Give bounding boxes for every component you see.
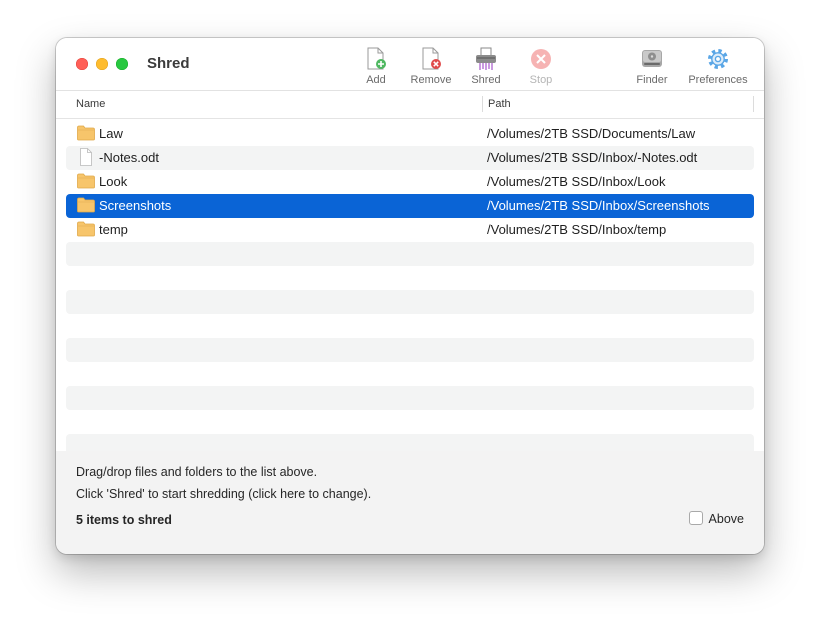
hard-drive-icon: [642, 50, 662, 67]
row-path: /Volumes/2TB SSD/Inbox/Screenshots: [487, 198, 710, 213]
above-checkbox[interactable]: [688, 511, 703, 525]
row-path: /Volumes/2TB SSD/Inbox/Look: [487, 174, 666, 189]
row-name: Screenshots: [99, 198, 172, 213]
add-button[interactable]: Add: [355, 47, 397, 89]
window-title: Shred: [147, 55, 190, 72]
column-path-header[interactable]: Path: [488, 98, 511, 110]
row-name: temp: [99, 222, 128, 237]
column-header: Name Path: [56, 91, 764, 119]
folder-icon: [77, 173, 95, 189]
shred-window: Shred Add Remove Shred Stop Finder Prefe…: [56, 38, 764, 554]
empty-row: [66, 434, 754, 452]
row-name: Law: [99, 126, 123, 141]
table-row[interactable]: temp /Volumes/2TB SSD/Inbox/temp: [66, 218, 754, 242]
shred-label: Shred: [471, 74, 501, 86]
items-count: 5 items to shred: [76, 513, 172, 527]
titlebar-toolbar: Shred Add Remove Shred Stop Finder Prefe…: [56, 38, 764, 91]
preferences-label: Preferences: [688, 74, 748, 86]
preferences-button[interactable]: Preferences: [684, 47, 752, 89]
row-name: -Notes.odt: [99, 150, 159, 165]
finder-button[interactable]: Finder: [632, 47, 672, 89]
file-list[interactable]: Law /Volumes/2TB SSD/Documents/Law -Note…: [66, 122, 754, 452]
folder-icon: [77, 221, 95, 237]
empty-row: [66, 338, 754, 362]
remove-file-icon: [422, 47, 441, 70]
close-window-button[interactable]: [76, 58, 88, 70]
shred-mode-hint[interactable]: Click 'Shred' to start shredding (click …: [76, 487, 371, 501]
above-option[interactable]: Above: [688, 511, 744, 526]
folder-icon: [77, 197, 95, 213]
table-row[interactable]: Law /Volumes/2TB SSD/Documents/Law: [66, 122, 754, 146]
remove-button[interactable]: Remove: [406, 47, 456, 89]
add-file-icon: [367, 47, 386, 70]
gear-icon: [708, 49, 728, 69]
shredder-icon: [476, 47, 496, 70]
remove-label: Remove: [410, 74, 452, 86]
document-icon: [80, 148, 92, 166]
table-row[interactable]: -Notes.odt /Volumes/2TB SSD/Inbox/-Notes…: [66, 146, 754, 170]
above-label: Above: [708, 512, 744, 526]
drag-drop-hint: Drag/drop files and folders to the list …: [76, 465, 318, 479]
row-path: /Volumes/2TB SSD/Documents/Law: [487, 126, 696, 141]
table-row-selected[interactable]: Screenshots /Volumes/2TB SSD/Inbox/Scree…: [66, 194, 754, 218]
table-row[interactable]: Look /Volumes/2TB SSD/Inbox/Look: [66, 170, 754, 194]
column-divider-end[interactable]: [753, 96, 754, 112]
column-divider[interactable]: [482, 96, 483, 112]
empty-row: [66, 290, 754, 314]
column-name-header[interactable]: Name: [76, 98, 105, 110]
shred-button[interactable]: Shred: [466, 47, 506, 89]
finder-label: Finder: [636, 74, 668, 86]
zoom-window-button[interactable]: [116, 58, 128, 70]
row-name: Look: [99, 174, 128, 189]
row-path: /Volumes/2TB SSD/Inbox/-Notes.odt: [487, 150, 698, 165]
empty-row: [66, 242, 754, 266]
stop-button[interactable]: Stop: [521, 47, 561, 89]
stop-label: Stop: [529, 74, 553, 86]
row-path: /Volumes/2TB SSD/Inbox/temp: [487, 222, 667, 237]
folder-icon: [77, 125, 95, 141]
minimize-window-button[interactable]: [96, 58, 108, 70]
footer-panel: Drag/drop files and folders to the list …: [56, 451, 764, 554]
stop-icon: [531, 49, 551, 69]
add-label: Add: [366, 74, 386, 86]
empty-row: [66, 386, 754, 410]
